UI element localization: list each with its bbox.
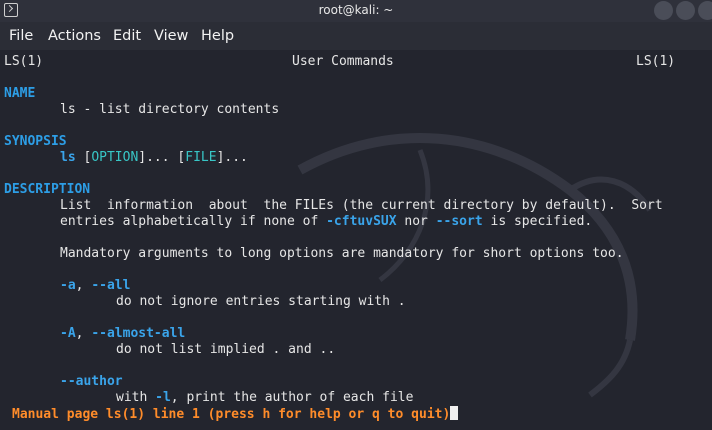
text-span: is specified. [482, 214, 593, 229]
option-all-line: -a, --all [60, 278, 130, 294]
mandatory-note: Mandatory arguments to long options are … [60, 246, 624, 261]
synopsis-option: OPTION [91, 150, 139, 165]
window-title: root@kali: ~ [318, 3, 394, 17]
option-sort: --sort [435, 214, 483, 229]
text-span: entries alphabetically if none of [60, 214, 327, 229]
synopsis-bracket: ]... [216, 150, 248, 165]
option-almost-all-desc: do not list implied . and .. [116, 342, 336, 357]
option-author-desc: with -l, print the author of each file [116, 390, 413, 406]
terminal-area[interactable]: LS(1) User Commands LS(1) NAME ls - list… [0, 50, 712, 430]
section-name: NAME [4, 86, 36, 101]
option-author: --author [60, 374, 123, 389]
option-A: -A [60, 326, 76, 341]
minimize-button[interactable] [654, 1, 673, 20]
synopsis-cmd: ls [60, 150, 76, 165]
section-synopsis: SYNOPSIS [4, 134, 67, 149]
menu-file[interactable]: File [9, 28, 33, 44]
synopsis-bracket: [ [75, 150, 92, 165]
text-span: , print the author of each file [170, 390, 414, 405]
option-almost-all: --almost-all [91, 326, 186, 341]
text-cursor [450, 406, 459, 420]
name-text: ls - list directory contents [60, 102, 280, 117]
option-a: -a [60, 278, 76, 293]
text-span: with [116, 390, 156, 405]
option-almost-all-line: -A, --almost-all [60, 326, 185, 342]
option-author-line: --author [60, 374, 123, 390]
man-header-right: LS(1) [636, 54, 676, 69]
description-line-2: entries alphabetically if none of -cftuv… [60, 214, 592, 230]
maximize-button[interactable] [676, 1, 695, 20]
close-button[interactable] [698, 1, 712, 20]
section-description: DESCRIPTION [4, 182, 91, 197]
text-span: nor [396, 214, 436, 229]
text-span: , [75, 326, 92, 341]
man-header-left: LS(1) [4, 54, 44, 69]
status-text: Manual page ls(1) line 1 (press h for he… [12, 407, 451, 422]
man-header-center: User Commands [292, 54, 394, 69]
menu-edit[interactable]: Edit [113, 28, 141, 44]
text-span: , [75, 278, 92, 293]
description-line-1: List information about the FILEs (the cu… [60, 198, 663, 213]
option-all: --all [91, 278, 131, 293]
menu-actions[interactable]: Actions [48, 28, 101, 44]
menu-help[interactable]: Help [201, 28, 234, 44]
pager-status-prompt: Manual page ls(1) line 1 (press h for he… [12, 406, 459, 423]
option-l: -l [155, 390, 171, 405]
option-all-desc: do not ignore entries starting with . [116, 294, 406, 309]
synopsis-bracket: ]... [ [138, 150, 186, 165]
synopsis-line: ls [OPTION]... [FILE]... [60, 150, 248, 166]
synopsis-file: FILE [185, 150, 217, 165]
menu-view[interactable]: View [154, 28, 188, 44]
option-flags: -cftuvSUX [326, 214, 397, 229]
menu-bar: File Actions Edit View Help [0, 22, 712, 50]
title-bar: root@kali: ~ [0, 0, 712, 22]
